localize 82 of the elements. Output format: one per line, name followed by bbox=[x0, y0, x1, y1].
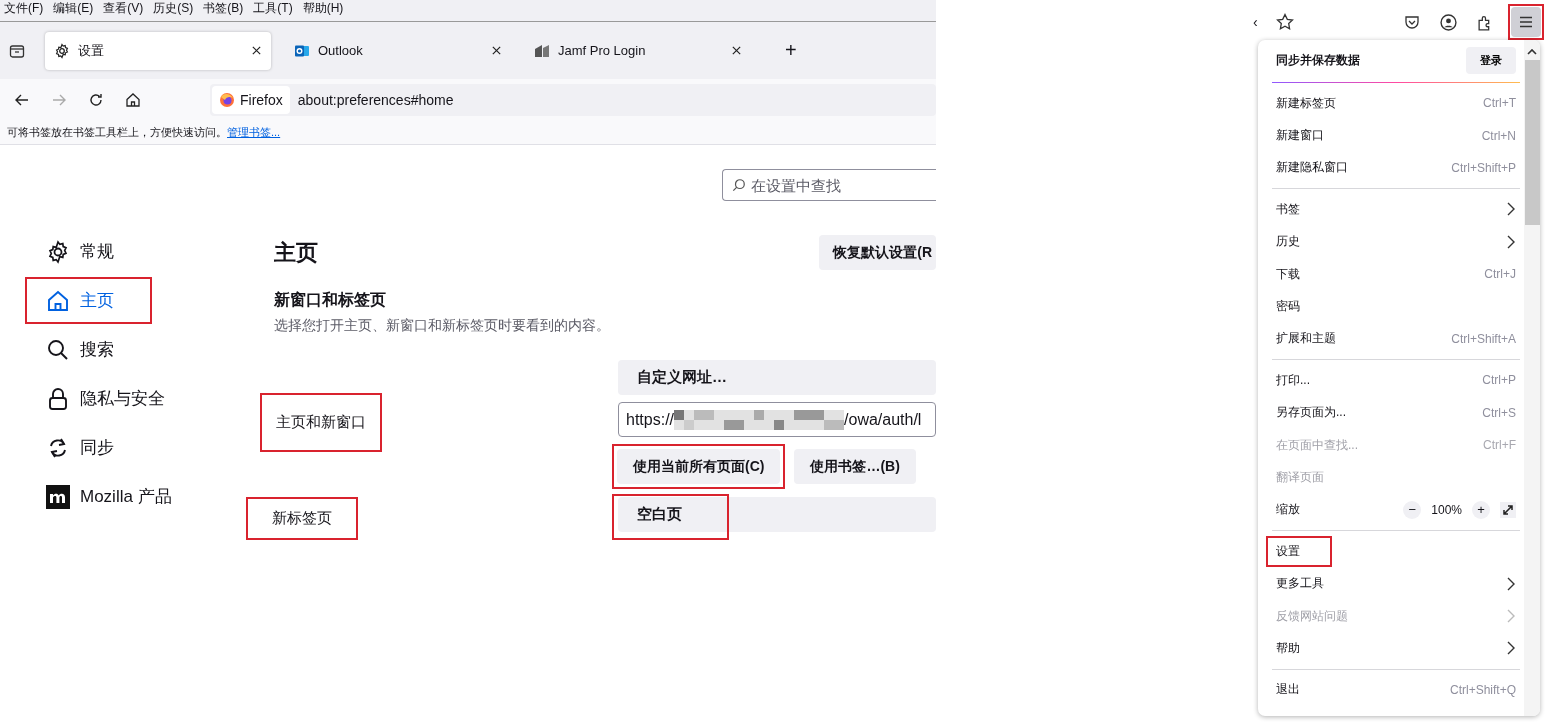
chevron-right-icon bbox=[1506, 641, 1516, 656]
menu-item[interactable]: 新建窗口 Ctrl+N bbox=[1268, 119, 1524, 152]
zoom-value[interactable]: 100% bbox=[1431, 502, 1462, 517]
scrollbar-thumb[interactable] bbox=[1524, 60, 1540, 225]
zoom-out-button[interactable]: − bbox=[1403, 500, 1422, 519]
menu-item[interactable]: 新建标签页 Ctrl+T bbox=[1268, 87, 1524, 120]
browser-tab[interactable]: 设置 bbox=[45, 31, 271, 70]
menu-item[interactable]: 书签 bbox=[1268, 193, 1524, 226]
address-bar[interactable]: Firefox about:preferences#home bbox=[210, 84, 936, 116]
search-icon bbox=[46, 337, 70, 362]
close-tab-icon[interactable] bbox=[731, 45, 742, 56]
option-button[interactable]: 使用当前所有页面(C) bbox=[617, 449, 781, 484]
lock-icon bbox=[46, 386, 70, 411]
scroll-up-icon[interactable] bbox=[1527, 48, 1537, 56]
close-tab-icon[interactable] bbox=[251, 45, 262, 56]
menu-item[interactable]: 扩展和主题 Ctrl+Shift+A bbox=[1268, 322, 1524, 356]
chevron-right-icon bbox=[1506, 576, 1516, 591]
category-item[interactable]: 隐私与安全 bbox=[46, 386, 165, 411]
chevron-right-icon bbox=[1506, 202, 1516, 217]
menu-item[interactable]: 下载 Ctrl+J bbox=[1268, 257, 1524, 291]
url-field[interactable]: https:// /owa/auth/l bbox=[618, 402, 936, 437]
menu-icon bbox=[1519, 16, 1533, 28]
home-icon bbox=[46, 288, 70, 313]
gear-icon bbox=[46, 239, 70, 264]
identity-chip[interactable]: Firefox bbox=[212, 86, 290, 114]
menu-bar-item[interactable]: 帮助(H) bbox=[302, 0, 344, 17]
menu-item[interactable]: 另存页面为... Ctrl+S bbox=[1268, 396, 1524, 429]
highlight-frame: 设置 bbox=[1266, 535, 1332, 567]
reload-icon[interactable] bbox=[88, 92, 104, 108]
menu-bar-item[interactable]: 工具(T) bbox=[253, 0, 293, 17]
browser-tab[interactable]: Outlook bbox=[285, 31, 511, 70]
account-icon[interactable] bbox=[1440, 13, 1457, 31]
menu-item[interactable]: 设置 bbox=[1268, 535, 1524, 568]
category-item[interactable]: 同步 bbox=[46, 435, 114, 460]
menu-item[interactable]: 密码 bbox=[1268, 290, 1524, 323]
menu-bar-item[interactable]: 文件(F) bbox=[4, 0, 44, 17]
sync-title: 同步并保存数据 bbox=[1276, 51, 1360, 69]
search-icon bbox=[732, 178, 746, 192]
menu-bar-item[interactable]: 历史(S) bbox=[153, 0, 194, 17]
newtab-dropdown[interactable]: 空白页 bbox=[618, 497, 936, 532]
section-description: 选择您打开主页、新窗口和新标签页时要看到的内容。 bbox=[274, 317, 611, 335]
setting-label: 新标签页 bbox=[246, 497, 358, 540]
tab-list-icon[interactable] bbox=[9, 42, 25, 59]
menu-item[interactable]: 帮助 bbox=[1268, 632, 1524, 665]
site-icon bbox=[534, 42, 550, 59]
setting-label: 主页和新窗口 bbox=[260, 393, 382, 452]
m-logo-icon bbox=[46, 484, 70, 509]
page-title: 主页 bbox=[274, 238, 318, 267]
menu-bar-item[interactable]: 查看(V) bbox=[103, 0, 144, 17]
manage-bookmarks-link[interactable]: 管理书签... bbox=[227, 125, 281, 140]
pocket-icon[interactable] bbox=[1404, 14, 1420, 30]
menu-item[interactable]: 打印... Ctrl+P bbox=[1268, 364, 1524, 397]
back-icon[interactable] bbox=[14, 92, 30, 108]
sign-in-button[interactable]: 登录 bbox=[1466, 46, 1516, 74]
overflow-button[interactable]: ‹ bbox=[1253, 14, 1258, 30]
restore-defaults-button[interactable]: 恢复默认设置(R bbox=[819, 235, 936, 270]
gear-icon bbox=[54, 42, 70, 59]
menu-item[interactable]: 退出 Ctrl+Shift+Q bbox=[1268, 673, 1524, 707]
search-field[interactable]: 在设置中查找 bbox=[722, 169, 936, 201]
menu-bar-item[interactable]: 书签(B) bbox=[203, 0, 244, 17]
close-tab-icon[interactable] bbox=[491, 45, 502, 56]
menu-bar-item[interactable]: 编辑(E) bbox=[53, 0, 94, 17]
new-tab-button[interactable]: + bbox=[785, 39, 797, 62]
chevron-right-icon bbox=[1506, 609, 1516, 624]
category-item[interactable]: 常规 bbox=[46, 239, 114, 264]
star-icon[interactable] bbox=[1275, 13, 1294, 31]
fullscreen-icon[interactable] bbox=[1500, 501, 1516, 518]
browser-tab[interactable]: Jamf Pro Login bbox=[525, 31, 751, 70]
section-title: 新窗口和标签页 bbox=[274, 290, 387, 310]
homepage-dropdown[interactable]: 自定义网址… bbox=[618, 360, 936, 395]
chevron-right-icon bbox=[1506, 234, 1516, 249]
bookmarks-hint: 可将书签放在书签工具栏上，方便快速访问。 bbox=[7, 125, 227, 140]
browser-logo-icon bbox=[219, 92, 235, 108]
category-item[interactable]: Mozilla 产品 bbox=[46, 484, 172, 509]
menu-item[interactable]: 历史 bbox=[1268, 225, 1524, 258]
option-button[interactable]: 使用书签…(B) bbox=[794, 449, 916, 484]
home-icon[interactable] bbox=[125, 92, 141, 108]
category-item[interactable]: 主页 bbox=[46, 288, 114, 313]
menu-item[interactable]: 新建隐私窗口 Ctrl+Shift+P bbox=[1268, 151, 1524, 185]
category-item[interactable]: 搜索 bbox=[46, 337, 114, 362]
zoom-in-button[interactable]: + bbox=[1472, 500, 1490, 519]
menu-item[interactable]: 更多工具 bbox=[1268, 567, 1524, 600]
